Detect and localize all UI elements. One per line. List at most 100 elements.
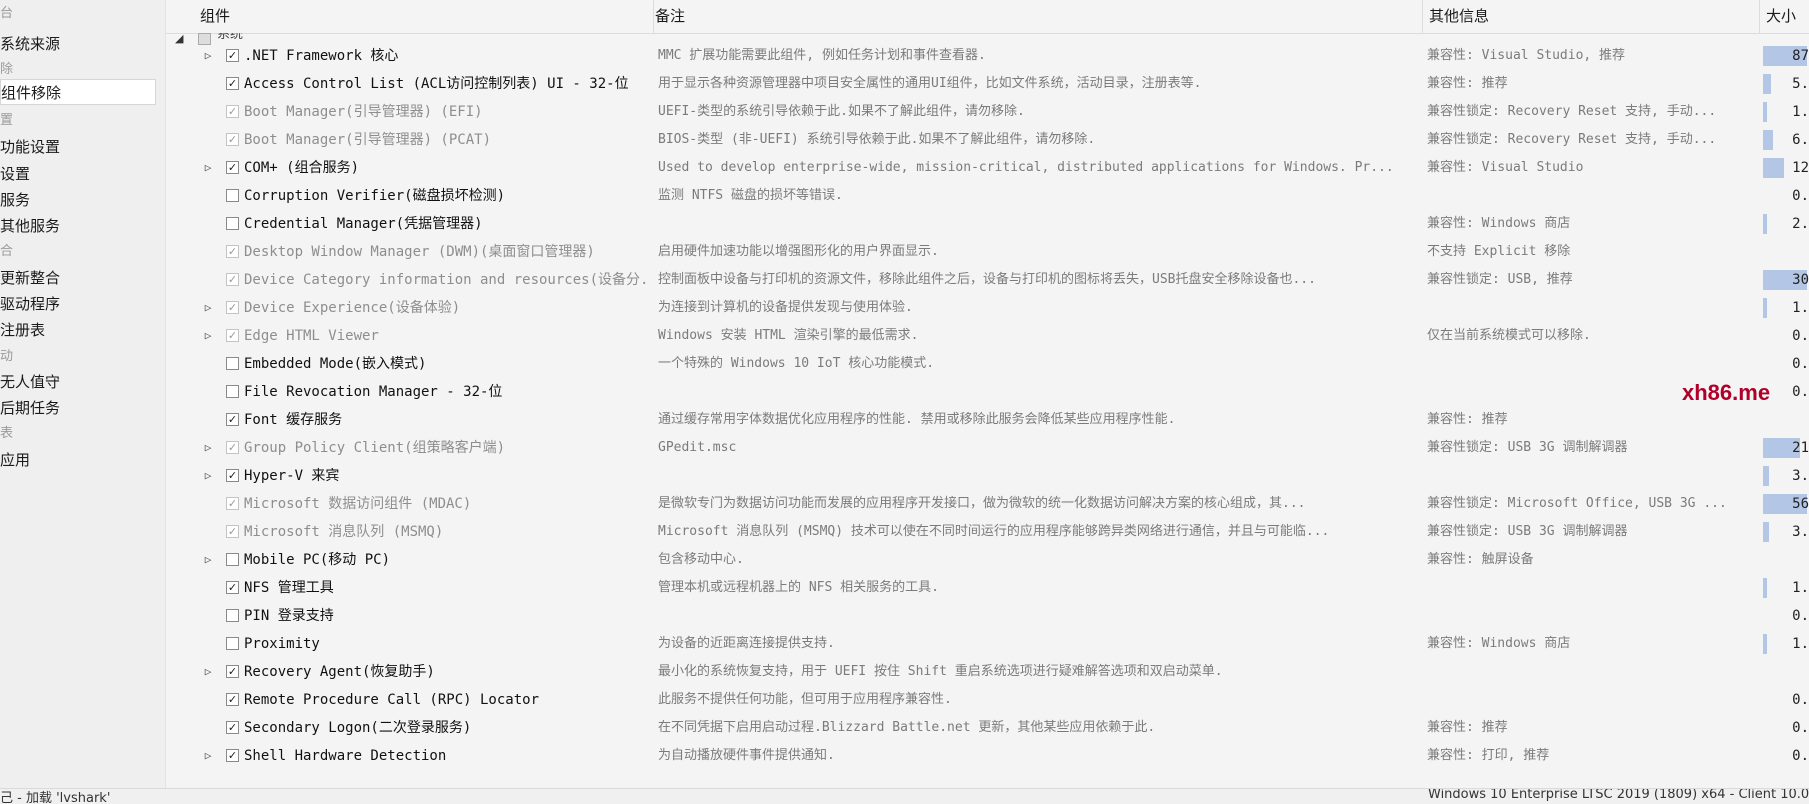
sidebar-item[interactable]: 更新整合 [0,265,60,291]
left-navigation-sidebar: 台系统来源除组件移除置功能设置 设置 服务 其他服务合更新整合 驱动程序 注册表动无人值守… [0,0,166,788]
component-note [658,378,1420,406]
sidebar-item[interactable]: 应用 [0,447,30,473]
component-row[interactable]: ✓ Secondary Logon(二次登录服务) 在不同凭据下启用启动过程.Bli… [166,714,1809,742]
component-checkbox[interactable]: ✓ [226,721,239,734]
component-checkbox[interactable] [226,357,239,370]
component-row[interactable]: ✓ Access Control List (ACL访问控制列表) UI - 32… [166,70,1809,98]
component-row[interactable]: Proximity 为设备的近距离连接提供支持. 兼容性: Windows 商店 1. [166,630,1809,658]
component-checkbox[interactable]: ✓ [226,693,239,706]
component-name: File Revocation Manager - 32-位 [244,384,503,400]
component-checkbox[interactable]: ✓ [226,245,239,258]
component-size-cell: 0. [1763,602,1809,630]
component-checkbox[interactable]: ✓ [226,301,239,314]
column-header-size[interactable]: 大小 [1760,0,1809,33]
column-header-component[interactable]: 组件 [166,0,654,33]
sidebar-item[interactable]: 注册表 [0,317,45,343]
component-row[interactable]: ✓ Device Category information and resourc… [166,266,1809,294]
component-row[interactable]: ✓ Microsoft 消息队列 (MSMQ) Microsoft 消息队列 (MS… [166,518,1809,546]
component-row[interactable]: ✓ Desktop Window Manager (DWM)(桌面窗口管理器) 启用… [166,238,1809,266]
component-row[interactable]: ▷ Mobile PC(移动 PC) 包含移动中心. 兼容性: 触屏设备 [166,546,1809,574]
component-note: 为自动播放硬件事件提供通知. [658,748,835,763]
expand-arrow-icon[interactable]: ▷ [201,294,215,322]
component-size-cell: 0. [1763,322,1809,350]
component-name: Proximity [244,636,320,652]
component-checkbox[interactable]: ✓ [226,749,239,762]
component-row[interactable]: ▷ ✓ Group Policy Client(组策略客户端) GPedit.msc 兼… [166,434,1809,462]
expand-arrow-icon [201,210,215,238]
component-row[interactable]: Credential Manager(凭据管理器) 兼容性: Windows 商店… [166,210,1809,238]
column-header-note[interactable]: 备注 [654,0,1423,33]
component-size-cell [1763,238,1809,266]
component-row[interactable]: ▷ ✓ COM+ (组合服务) Used to develop enterprise-… [166,154,1809,182]
sidebar-item[interactable]: 设置 [0,161,30,187]
component-checkbox[interactable]: ✓ [226,413,239,426]
component-row[interactable]: ▷ ✓ .NET Framework 核心 MMC 扩展功能需要此组件, 例如任务计划… [166,42,1809,70]
component-row[interactable]: ▷ ✓ Hyper-V 来宾 3. [166,462,1809,490]
sidebar-item[interactable]: 其他服务 [0,213,60,239]
component-row[interactable]: Embedded Mode(嵌入模式) 一个特殊的 Windows 10 IoT … [166,350,1809,378]
expand-arrow-icon[interactable]: ▷ [201,742,215,770]
expand-arrow-icon[interactable]: ▷ [201,658,215,686]
component-info: 兼容性: 推荐 [1427,412,1508,427]
component-row[interactable]: Corruption Verifier(磁盘损坏检测) 监测 NTFS 磁盘的损坏… [166,182,1809,210]
component-row[interactable]: File Revocation Manager - 32-位 0. [166,378,1809,406]
sidebar-item[interactable]: 服务 [0,187,30,213]
component-row[interactable]: ✓ Boot Manager(引导管理器) (EFI) UEFI-类型的系统引导依赖… [166,98,1809,126]
component-checkbox[interactable]: ✓ [226,441,239,454]
component-checkbox[interactable]: ✓ [226,273,239,286]
expand-arrow-icon[interactable]: ▷ [201,546,215,574]
component-checkbox[interactable] [226,385,239,398]
sidebar-item[interactable]: 后期任务 [0,395,60,421]
expand-arrow-icon[interactable]: ▷ [201,154,215,182]
component-checkbox[interactable]: ✓ [226,497,239,510]
component-row[interactable]: ✓ Microsoft 数据访问组件 (MDAC) 是微软专门为数据访问功能而发展的… [166,490,1809,518]
component-checkbox[interactable] [226,189,239,202]
component-name: Remote Procedure Call (RPC) Locator [244,692,540,708]
component-name: PIN 登录支持 [244,608,334,624]
component-checkbox[interactable]: ✓ [226,469,239,482]
sidebar-item[interactable]: 组件移除 [0,79,156,105]
component-checkbox[interactable] [226,553,239,566]
component-name: Font 缓存服务 [244,412,343,428]
component-checkbox[interactable] [226,609,239,622]
sidebar-item[interactable]: 功能设置 [0,134,60,160]
component-checkbox[interactable]: ✓ [226,665,239,678]
component-row[interactable]: ✓ Boot Manager(引导管理器) (PCAT) BIOS-类型 (非-UE… [166,126,1809,154]
component-row[interactable]: ▷ ✓ Edge HTML Viewer Windows 安装 HTML 渲染引擎的最… [166,322,1809,350]
component-checkbox[interactable]: ✓ [226,329,239,342]
component-size-cell: 0. [1763,686,1809,714]
column-header-info[interactable]: 其他信息 [1423,0,1760,33]
component-row[interactable]: ✓ Remote Procedure Call (RPC) Locator 此服务不… [166,686,1809,714]
component-name: Boot Manager(引导管理器) (PCAT) [244,132,492,148]
component-row[interactable]: ▷ ✓ Device Experience(设备体验) 为连接到计算机的设备提供发现与… [166,294,1809,322]
table-header: 组件 备注 其他信息 大小 [166,0,1809,34]
component-row[interactable]: PIN 登录支持 0. [166,602,1809,630]
expand-arrow-icon[interactable]: ▷ [201,462,215,490]
expand-arrow-icon[interactable]: ▷ [201,322,215,350]
component-note: Windows 安装 HTML 渲染引擎的最低需求. [658,328,919,343]
component-checkbox[interactable] [226,637,239,650]
component-note: Used to develop enterprise-wide, mission… [658,160,1394,175]
component-row[interactable]: ▷ ✓ Recovery Agent(恢复助手) 最小化的系统恢复支持，用于 UEFI… [166,658,1809,686]
sidebar-item[interactable]: 驱动程序 [0,291,60,317]
expand-arrow-icon[interactable]: ▷ [201,42,215,70]
component-checkbox[interactable]: ✓ [226,161,239,174]
sidebar-item[interactable]: 无人值守 [0,369,60,395]
component-checkbox[interactable]: ✓ [226,133,239,146]
component-name: Device Experience(设备体验) [244,300,461,316]
sidebar-item[interactable]: 系统来源 [0,31,60,57]
component-name: Embedded Mode(嵌入模式) [244,356,427,372]
expand-arrow-icon[interactable]: ▷ [201,434,215,462]
component-checkbox[interactable]: ✓ [226,49,239,62]
component-checkbox[interactable]: ✓ [226,525,239,538]
component-size: 3. [1792,468,1809,484]
component-checkbox[interactable]: ✓ [226,77,239,90]
component-checkbox[interactable] [226,217,239,230]
component-checkbox[interactable]: ✓ [226,581,239,594]
component-row[interactable]: ✓ NFS 管理工具 管理本机或远程机器上的 NFS 相关服务的工具. 1. [166,574,1809,602]
component-info [1427,182,1757,210]
component-checkbox[interactable]: ✓ [226,105,239,118]
component-info: 兼容性: Windows 商店 [1427,636,1571,651]
component-row[interactable]: ✓ Font 缓存服务 通过缓存常用字体数据优化应用程序的性能. 禁用或移除此服务会… [166,406,1809,434]
component-row[interactable]: ▷ ✓ Shell Hardware Detection 为自动播放硬件事件提供通知.… [166,742,1809,770]
